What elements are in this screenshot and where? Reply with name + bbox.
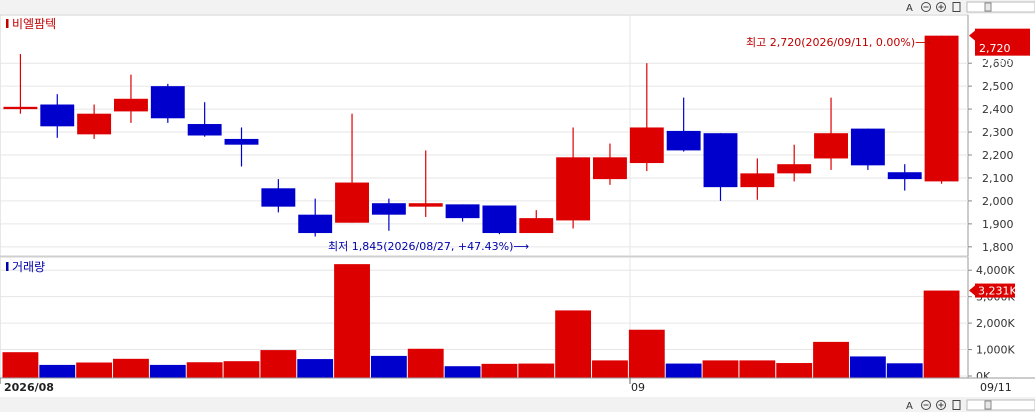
candle-body bbox=[924, 35, 959, 182]
volume-bar bbox=[555, 310, 592, 378]
volume-bar bbox=[702, 360, 739, 378]
volume-bar bbox=[297, 359, 334, 378]
volume-bar bbox=[923, 290, 960, 378]
volume-tick-label: 1,000K bbox=[976, 344, 1015, 357]
volume-bar bbox=[223, 361, 260, 378]
bottom-scroll-handle-icon[interactable] bbox=[984, 400, 992, 410]
scroll-handle-icon[interactable] bbox=[984, 2, 992, 12]
volume-tick-label: 2,000K bbox=[976, 317, 1015, 330]
candle-body bbox=[887, 172, 922, 180]
toolbar-a-label[interactable]: A bbox=[906, 3, 913, 14]
candle-body bbox=[703, 133, 738, 188]
price-tick-label: 2,500 bbox=[982, 80, 1014, 93]
candle-body bbox=[666, 130, 701, 151]
candle-body bbox=[298, 214, 333, 234]
x-axis-bg bbox=[0, 378, 1035, 397]
price-tick-label: 1,900 bbox=[982, 218, 1014, 231]
bottom-toolbar-bg bbox=[0, 397, 1035, 412]
price-panel-title: 비엘팜텍 bbox=[12, 17, 56, 31]
price-panel: 1,800 1,900 2,000 2,100 2,200 2,300 2,400 2,500… bbox=[0, 14, 1030, 257]
price-title-marker bbox=[6, 19, 9, 28]
price-tick-label: 2,000 bbox=[982, 195, 1014, 208]
volume-bar bbox=[149, 364, 186, 378]
volume-bar bbox=[334, 264, 370, 378]
stock-chart: A 1,800 1,900 2,000 2,100 2,200 2,300 2,400 2,5… bbox=[0, 0, 1035, 412]
candle-body bbox=[371, 203, 406, 215]
x-tick-label-start: 2026/08 bbox=[4, 381, 54, 394]
volume-bar bbox=[739, 360, 776, 378]
volume-tick-label: 4,000K bbox=[976, 264, 1015, 277]
bottom-scroll-track[interactable] bbox=[966, 399, 1035, 411]
volume-panel: 0K1,000K2,000K3,000K4,000K 거래량 3,231K bbox=[0, 256, 1017, 383]
candle-body bbox=[740, 173, 775, 188]
volume-bar bbox=[518, 363, 555, 378]
volume-title-marker bbox=[6, 262, 9, 271]
volume-bar bbox=[2, 352, 39, 378]
candle-body bbox=[814, 133, 848, 159]
volume-bar bbox=[849, 356, 886, 378]
candle-body bbox=[777, 164, 812, 174]
candle-body bbox=[187, 124, 222, 136]
top-toolbar: A bbox=[0, 0, 1035, 14]
last-change-label: (29.83%) bbox=[977, 55, 1028, 68]
candle-body bbox=[224, 138, 259, 145]
x-tick-label-mid: 09 bbox=[631, 381, 645, 394]
volume-bar bbox=[813, 341, 849, 378]
volume-bar bbox=[628, 329, 665, 378]
x-axis: 2026/08 09 09/11 bbox=[0, 377, 1035, 397]
volume-bar bbox=[592, 360, 628, 378]
last-price-arrow bbox=[969, 30, 975, 41]
candle-body bbox=[3, 106, 38, 110]
volume-bar bbox=[370, 355, 407, 378]
volume-bar bbox=[113, 358, 149, 378]
bottom-toolbar: A bbox=[0, 397, 1035, 412]
candle-body bbox=[408, 203, 443, 207]
volume-bar bbox=[481, 363, 518, 378]
candle-body bbox=[445, 204, 480, 219]
high-annotation: 최고 2,720(2026/09/11, 0.00%)⟶ bbox=[746, 36, 931, 49]
candle-body bbox=[850, 128, 885, 166]
candle-body bbox=[261, 188, 296, 207]
scroll-track[interactable] bbox=[966, 1, 1035, 13]
last-price-label: 2,720 bbox=[979, 42, 1011, 55]
volume-bar bbox=[776, 363, 813, 378]
volume-bar bbox=[39, 364, 76, 378]
last-volume-marker: 3,231K bbox=[969, 283, 1017, 298]
volume-panel-title: 거래량 bbox=[12, 260, 45, 274]
candle-body bbox=[40, 104, 75, 127]
candle-body bbox=[150, 86, 185, 119]
low-annotation: 최저 1,845(2026/08/27, +47.43%)⟶ bbox=[328, 240, 529, 253]
candle-body bbox=[77, 113, 112, 135]
volume-bar bbox=[260, 350, 297, 378]
last-price-marker: 2,720 (29.83%) bbox=[969, 28, 1030, 68]
volume-bar bbox=[186, 362, 223, 378]
volume-bar bbox=[444, 366, 481, 378]
price-tick-label: 2,200 bbox=[982, 149, 1014, 162]
bottom-toolbar-a-label[interactable]: A bbox=[906, 401, 913, 412]
candle-body bbox=[556, 157, 591, 221]
volume-bar bbox=[886, 363, 923, 378]
volume-bar bbox=[665, 363, 702, 378]
candle-body bbox=[629, 127, 664, 164]
candle-body bbox=[335, 182, 369, 223]
candle-body bbox=[519, 218, 554, 234]
last-volume-arrow bbox=[969, 285, 975, 296]
price-tick-label: 2,400 bbox=[982, 103, 1014, 116]
candle-body bbox=[114, 98, 148, 112]
price-tick-label: 2,300 bbox=[982, 126, 1014, 139]
price-tick-label: 2,100 bbox=[982, 172, 1014, 185]
volume-y-axis: 0K1,000K2,000K3,000K4,000K bbox=[968, 264, 1015, 383]
x-tick-label-end: 09/11 bbox=[980, 381, 1012, 394]
volume-bar bbox=[76, 362, 113, 378]
top-toolbar-bg bbox=[0, 0, 1035, 14]
volume-bar bbox=[407, 348, 444, 378]
candle-body bbox=[593, 157, 627, 180]
price-y-axis: 1,800 1,900 2,000 2,100 2,200 2,300 2,400 2,500… bbox=[968, 57, 1014, 254]
candle-body bbox=[482, 205, 517, 234]
last-volume-label: 3,231K bbox=[978, 285, 1017, 298]
price-tick-label: 1,800 bbox=[982, 241, 1014, 254]
